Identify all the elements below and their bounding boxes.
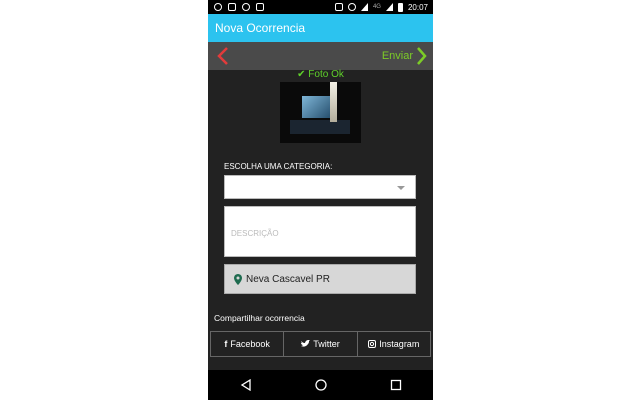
clock: 20:07 [407, 2, 428, 12]
photo-status: ✔ Foto Ok [208, 69, 433, 80]
description-field[interactable]: DESCRIÇÃO [224, 206, 416, 257]
send-button[interactable]: Enviar [382, 46, 427, 66]
battery-icon [397, 2, 403, 12]
photo-screen-glow [302, 96, 330, 118]
phone-screen: 4G 20:07 Nova Ocorrencia Enviar ✔ Foto O… [208, 0, 433, 400]
photo-thumbnail[interactable] [280, 82, 361, 143]
twitter-label: Twitter [313, 339, 340, 349]
dropdown-caret-icon [397, 186, 405, 190]
nav-toolbar: Enviar [208, 42, 433, 70]
chevron-left-icon [217, 47, 228, 65]
photo-desk [290, 120, 350, 134]
missed-call-icon [228, 3, 236, 11]
twitter-button[interactable]: Twitter [284, 331, 358, 357]
app-bar: Nova Ocorrencia [208, 14, 433, 42]
photo-lamp [330, 82, 337, 122]
instagram-label: Instagram [379, 339, 420, 349]
vibrate-icon [334, 3, 343, 11]
share-label: Compartilhar ocorrencia [214, 313, 305, 323]
location-field[interactable]: Neva Cascavel PR [224, 264, 416, 294]
image-icon [242, 3, 250, 11]
wifi-icon [360, 3, 368, 11]
map-pin-icon [234, 273, 242, 285]
whatsapp-icon [214, 3, 222, 11]
description-placeholder: DESCRIÇÃO [231, 229, 279, 238]
instagram-button[interactable]: Instagram [357, 331, 431, 357]
twitter-icon [301, 340, 311, 347]
mail-icon [256, 3, 264, 11]
location-text: Neva Cascavel PR [246, 273, 330, 285]
page-title: Nova Ocorrencia [215, 21, 306, 35]
nav-back-icon[interactable] [240, 379, 252, 391]
instagram-icon [368, 340, 377, 348]
system-nav-bar [208, 370, 433, 400]
nav-recents-icon[interactable] [390, 379, 402, 391]
category-select[interactable] [224, 175, 416, 199]
back-button[interactable] [214, 46, 234, 66]
facebook-button[interactable]: f Facebook [210, 331, 285, 357]
chevron-right-icon [417, 47, 427, 65]
network-type: 4G [372, 4, 381, 10]
facebook-icon: f [224, 339, 228, 349]
category-label: ESCOLHA UMA CATEGORIA: [224, 162, 333, 171]
alarm-icon [347, 3, 356, 11]
facebook-label: Facebook [230, 339, 270, 349]
nav-home-icon[interactable] [314, 379, 327, 391]
status-bar: 4G 20:07 [208, 0, 433, 14]
photo-status-label: Foto Ok [308, 69, 344, 80]
share-buttons: f Facebook Twitter Instagram [210, 331, 431, 357]
send-label: Enviar [381, 50, 413, 62]
signal-icon [385, 3, 393, 11]
check-icon: ✔ [297, 69, 306, 80]
